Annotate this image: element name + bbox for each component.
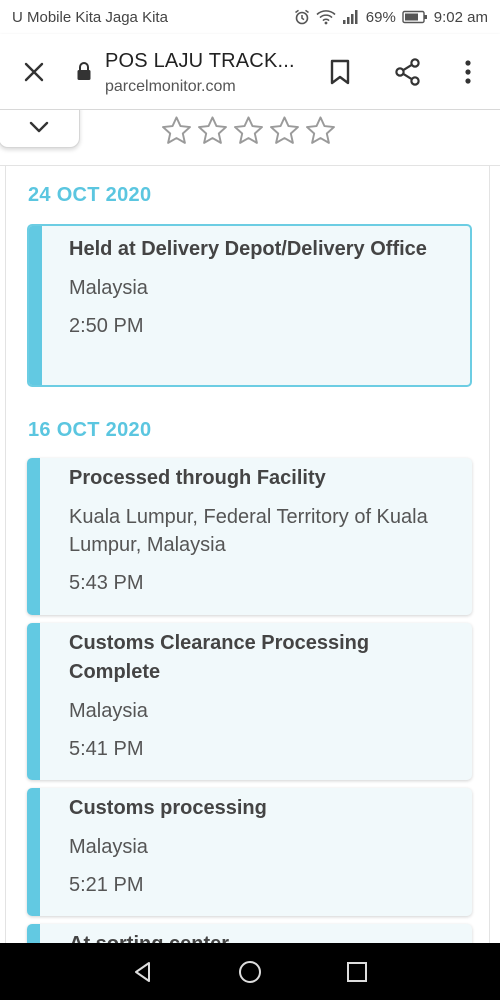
- page-url: parcelmonitor.com: [105, 78, 236, 95]
- star-icon[interactable]: [232, 114, 265, 147]
- star-rating[interactable]: [160, 114, 337, 147]
- card-accent-bar: [27, 458, 40, 615]
- clock: 9:02 am: [433, 8, 488, 26]
- status-bar: U Mobile Kita Jaga Kita 69% 9:02 am: [0, 0, 500, 34]
- event-title: Customs processing: [69, 797, 267, 819]
- back-icon: [135, 961, 151, 982]
- event-location: Malaysia: [69, 836, 148, 858]
- web-page[interactable]: 24 OCT 2020 Held at Delivery Depot/Deliv…: [0, 110, 500, 943]
- event-title: Processed through Facility: [69, 467, 326, 489]
- carrier-name: U Mobile Kita Jaga Kita: [12, 8, 168, 26]
- card-accent-bar: [29, 226, 42, 385]
- back-button[interactable]: [123, 952, 163, 992]
- event-card[interactable]: Customs Clearance Processing Complete Ma…: [27, 623, 472, 780]
- date-header: 16 OCT 2020: [28, 419, 152, 441]
- event-location: Malaysia: [69, 700, 148, 722]
- signal-icon: [342, 10, 358, 24]
- event-time: 5:21 PM: [69, 874, 144, 896]
- event-time: 5:43 PM: [69, 572, 144, 594]
- more-vert-icon[interactable]: [458, 58, 478, 86]
- event-time: 5:41 PM: [69, 738, 144, 760]
- browser-toolbar: POS LAJU TRACK... parcelmonitor.com: [0, 34, 500, 110]
- event-location: Malaysia: [69, 277, 148, 299]
- event-time: 2:50 PM: [69, 315, 144, 337]
- status-icons: 69% 9:02 am: [294, 9, 488, 26]
- close-icon: [24, 62, 44, 82]
- home-icon: [238, 960, 261, 983]
- card-accent-bar: [27, 924, 40, 943]
- home-button[interactable]: [230, 952, 270, 992]
- card-accent-bar: [27, 623, 40, 780]
- collapse-toggle-button[interactable]: [0, 110, 80, 148]
- date-header: 24 OCT 2020: [28, 184, 152, 206]
- event-title: Held at Delivery Depot/Delivery Office: [69, 238, 427, 260]
- star-icon[interactable]: [268, 114, 301, 147]
- alarm-icon: [294, 9, 309, 25]
- event-card[interactable]: Held at Delivery Depot/Delivery Office M…: [27, 224, 472, 387]
- battery-icon: [402, 10, 427, 24]
- star-icon[interactable]: [160, 114, 193, 147]
- system-nav-bar: [0, 943, 500, 1000]
- recents-icon: [346, 961, 367, 982]
- wifi-icon: [316, 10, 336, 25]
- bookmark-icon[interactable]: [328, 58, 352, 86]
- recents-button[interactable]: [337, 952, 377, 992]
- page-title: POS LAJU TRACK...: [105, 50, 295, 72]
- battery-percent: 69%: [365, 8, 396, 26]
- share-icon[interactable]: [394, 58, 422, 86]
- event-card[interactable]: Processed through Facility Kuala Lumpur,…: [27, 458, 472, 615]
- lock-icon: [77, 62, 91, 80]
- star-icon[interactable]: [196, 114, 229, 147]
- event-title: Customs Clearance Processing Complete: [69, 632, 370, 683]
- close-button[interactable]: [18, 56, 50, 88]
- star-icon[interactable]: [304, 114, 337, 147]
- card-accent-bar: [27, 788, 40, 916]
- event-title: At sorting center: [69, 930, 452, 943]
- event-card[interactable]: Customs processing Malaysia 5:21 PM: [27, 788, 472, 916]
- event-card[interactable]: At sorting center: [27, 924, 472, 943]
- event-location: Kuala Lumpur, Federal Territory of Kuala…: [69, 506, 428, 556]
- chevron-down-icon: [29, 121, 49, 133]
- tracking-timeline: 24 OCT 2020 Held at Delivery Depot/Deliv…: [0, 110, 500, 943]
